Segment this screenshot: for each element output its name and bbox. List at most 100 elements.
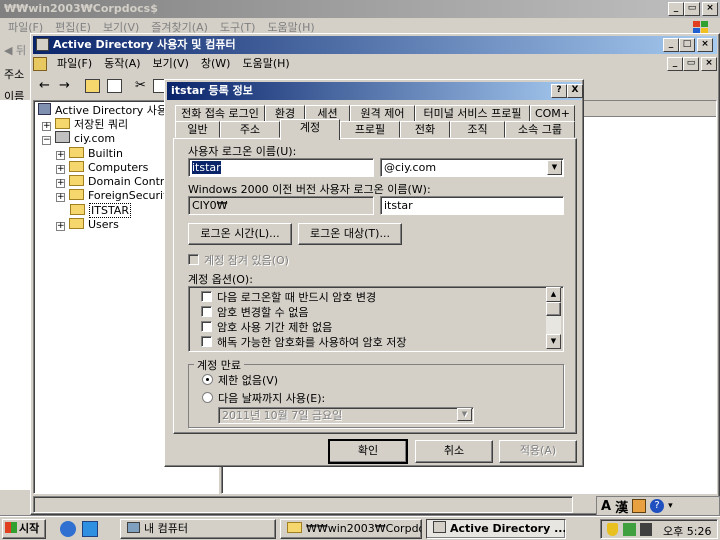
network-icon[interactable] — [623, 523, 636, 536]
explorer-maximize-button[interactable]: ▭ — [684, 2, 700, 16]
explorer-left-pane — [0, 100, 32, 490]
options-scrollbar[interactable]: ▲ ▼ — [546, 287, 561, 349]
ad-minimize-button[interactable]: _ — [663, 38, 679, 52]
ime-alpha-icon[interactable]: A — [601, 499, 611, 514]
scroll-thumb[interactable] — [546, 302, 561, 316]
explorer-close-button[interactable]: × — [702, 2, 718, 16]
ad-close-button[interactable]: × — [697, 38, 713, 52]
scroll-down-icon[interactable]: ▼ — [546, 334, 561, 349]
cut-icon[interactable]: ✂ — [135, 78, 146, 93]
ad-titlebar[interactable]: Active Directory 사용자 및 컴퓨터 — [33, 36, 717, 54]
explorer-minimize-button[interactable]: _ — [668, 2, 684, 16]
task-my-computer[interactable]: 내 컴퓨터 — [120, 519, 276, 539]
explorer-back-button[interactable]: ◀ 뒤 — [4, 42, 26, 58]
language-bar: A 漢 ? ▾ — [596, 496, 720, 516]
tab-com-plus[interactable]: COM+ — [530, 105, 575, 122]
option-reversible-encryption[interactable]: 해독 가능한 암호화를 사용하여 암호 저장 — [201, 334, 407, 350]
ad-menu-view[interactable]: 보기(V) — [147, 55, 195, 73]
expand-icon[interactable]: + — [56, 193, 65, 202]
checkbox-icon — [188, 254, 199, 265]
security-shield-icon[interactable] — [607, 523, 618, 536]
tab-general[interactable]: 일반 — [175, 121, 220, 138]
ime-tool-icon[interactable] — [632, 499, 647, 513]
ad-menu-icon[interactable] — [33, 57, 47, 71]
dialog-titlebar[interactable]: itstar 등록 정보 — [167, 82, 581, 100]
tray-clock[interactable]: 오후 5:26 — [663, 523, 711, 539]
checkbox-icon[interactable] — [201, 291, 212, 302]
tab-telephones[interactable]: 전화 — [400, 121, 450, 138]
computer-icon — [127, 522, 140, 533]
ok-button[interactable]: 확인 — [328, 439, 408, 464]
collapse-icon[interactable]: − — [42, 136, 51, 145]
dialog-help-button[interactable]: ? — [551, 84, 567, 98]
ad-maximize-button[interactable]: □ — [679, 38, 695, 52]
tab-address[interactable]: 주소 — [220, 121, 280, 138]
dialog-close-button[interactable]: X — [567, 84, 583, 98]
checkbox-icon[interactable] — [201, 336, 212, 347]
volume-icon[interactable] — [640, 523, 652, 536]
ad-menu-window[interactable]: 창(W) — [195, 55, 237, 73]
expires-never-radio[interactable]: 제한 없음(V) — [202, 372, 278, 388]
task-corpdocs[interactable]: ₩₩win2003₩Corpdo... — [280, 519, 422, 539]
radio-icon[interactable] — [202, 374, 213, 385]
option-must-change-password[interactable]: 다음 로그온할 때 반드시 암호 변경 — [201, 289, 376, 305]
tree-item-foreign-security[interactable]: + ForeignSecurit — [56, 188, 167, 204]
ad-mdi-minimize-button[interactable]: _ — [667, 57, 683, 71]
expires-end-radio[interactable]: 다음 날짜까지 사용(E): — [202, 390, 325, 406]
task-active-directory[interactable]: Active Directory ... — [426, 519, 566, 539]
ad-menu-help[interactable]: 도움말(H) — [236, 55, 295, 73]
expand-icon[interactable]: + — [56, 222, 65, 231]
task-label: 내 컴퓨터 — [144, 522, 188, 535]
chevron-down-icon[interactable]: ▼ — [547, 160, 562, 175]
tab-account[interactable]: 계정 — [280, 119, 340, 140]
tab-terminal-services[interactable]: 터미널 서비스 프로필 — [415, 105, 530, 122]
explorer-titlebar[interactable]: ₩₩win2003₩Corpdocs$ — [0, 0, 720, 18]
logon-to-button[interactable]: 로그온 대상(T)... — [298, 223, 402, 245]
ad-menu-file[interactable]: 파일(F) — [51, 55, 98, 73]
ad-mdi-restore-button[interactable]: ▭ — [683, 57, 699, 71]
pre2000-username-input[interactable]: itstar — [380, 196, 564, 215]
option-password-never-expires[interactable]: 암호 사용 기간 제한 없음 — [201, 319, 332, 335]
tab-profile[interactable]: 프로필 — [340, 121, 400, 138]
checkbox-icon[interactable] — [201, 306, 212, 317]
help-icon[interactable]: ? — [650, 499, 665, 513]
show-tree-icon[interactable] — [107, 79, 122, 93]
upn-suffix-select[interactable]: @ciy.com ▼ — [380, 158, 564, 177]
taskbar: 시작 내 컴퓨터 ₩₩win2003₩Corpdo... Active Dire… — [0, 516, 720, 540]
option-label: 다음 로그온할 때 반드시 암호 변경 — [217, 291, 377, 304]
option-cannot-change-password[interactable]: 암호 변경할 수 없음 — [201, 304, 308, 320]
tab-organization[interactable]: 조직 — [450, 121, 505, 138]
ime-hanja-icon[interactable]: 漢 — [615, 497, 628, 516]
expand-icon[interactable]: + — [56, 151, 65, 160]
ad-mdi-close-button[interactable]: × — [701, 57, 717, 71]
quicklaunch-desktop-icon[interactable] — [82, 521, 98, 537]
start-label: 시작 — [19, 522, 40, 535]
expand-icon[interactable]: + — [56, 165, 65, 174]
logon-name-input[interactable]: itstar — [188, 158, 374, 177]
properties-dialog: itstar 등록 정보 ? X 전화 접속 로그인 환경 세션 원격 제어 터… — [164, 79, 584, 467]
ad-menu-action[interactable]: 동작(A) — [98, 55, 146, 73]
tree-saved-queries-label: 저장된 쿼리 — [74, 118, 129, 131]
start-button[interactable]: 시작 — [2, 519, 46, 539]
radio-icon[interactable] — [202, 392, 213, 403]
logon-hours-button[interactable]: 로그온 시간(L)... — [188, 223, 292, 245]
tab-member-of[interactable]: 소속 그룹 — [505, 121, 575, 138]
quicklaunch-ie-icon[interactable] — [60, 521, 76, 537]
checkbox-icon[interactable] — [201, 321, 212, 332]
back-icon[interactable]: ← — [39, 78, 50, 93]
folder-icon — [55, 118, 70, 129]
task-label: Active Directory ... — [450, 522, 566, 535]
tree-domain[interactable]: − ciy.com — [42, 131, 115, 147]
cancel-button[interactable]: 취소 — [415, 440, 493, 463]
forward-icon[interactable]: → — [59, 78, 70, 93]
tab-remote-control[interactable]: 원격 제어 — [350, 105, 415, 122]
options-chevron-icon[interactable]: ▾ — [668, 501, 673, 511]
scroll-up-icon[interactable]: ▲ — [546, 287, 561, 302]
tree-item-users[interactable]: + Users — [56, 217, 119, 233]
tab-dialin[interactable]: 전화 접속 로그인 — [175, 105, 265, 122]
expires-end-label: 다음 날짜까지 사용(E): — [218, 392, 326, 405]
expand-icon[interactable]: + — [56, 179, 65, 188]
account-expires-label: 계정 만료 — [194, 357, 244, 373]
up-folder-icon[interactable] — [85, 79, 100, 93]
expand-icon[interactable]: + — [42, 122, 51, 131]
